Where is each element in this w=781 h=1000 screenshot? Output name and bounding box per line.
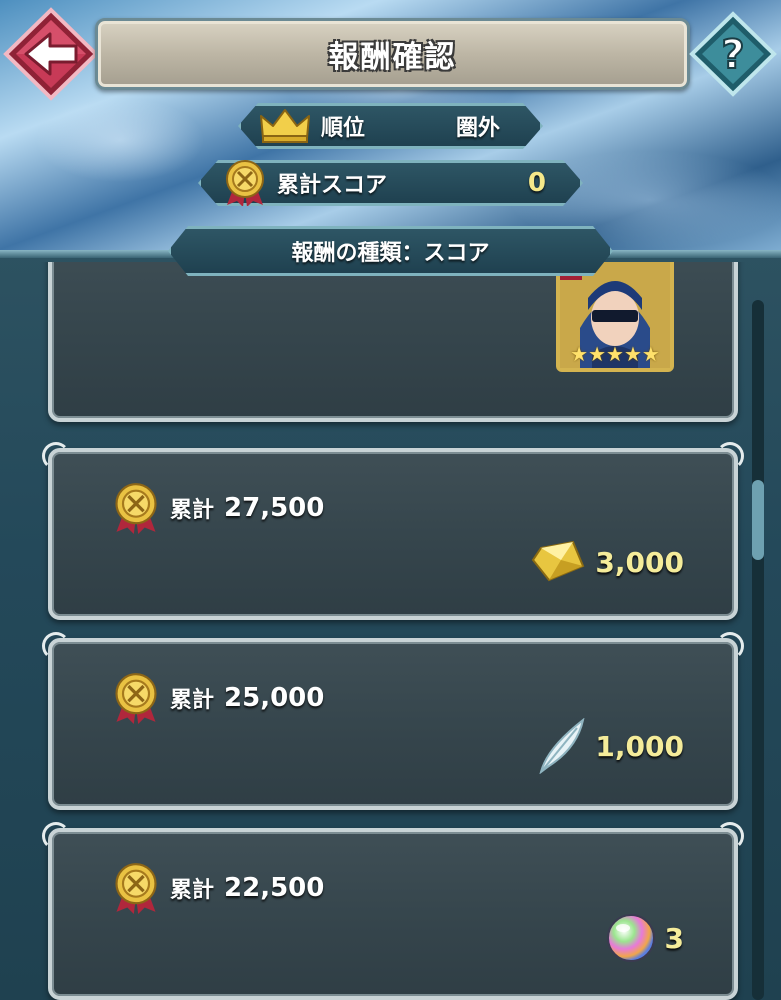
medal-icon xyxy=(115,483,157,534)
score-label: 累計スコア xyxy=(277,173,388,198)
crystal-icon xyxy=(532,540,585,582)
reward-card: 累計 27,500 3,000 xyxy=(42,442,744,620)
back-button[interactable] xyxy=(0,6,102,102)
reward-type-pill: 報酬の種類：スコア xyxy=(168,226,613,276)
rank-label: 順位 xyxy=(321,116,366,141)
reward-amount: 1,000 xyxy=(595,729,684,763)
requirement-label: 累計 xyxy=(170,878,215,903)
hero-portrait[interactable]: ! ★★★★★ xyxy=(556,262,674,372)
score-pill: 累計スコア 0 xyxy=(198,160,583,206)
requirement-value: 27,500 xyxy=(224,493,325,523)
requirement: 累計 22,500 xyxy=(112,862,324,914)
reward-amount: 3,000 xyxy=(595,545,684,579)
reward: 3,000 xyxy=(531,540,684,584)
hero-rarity-stars: ★★★★★ xyxy=(570,342,660,366)
scrollbar-thumb[interactable] xyxy=(752,480,764,560)
requirement-value: 22,500 xyxy=(224,873,325,903)
page-title: 報酬確認 xyxy=(328,40,457,75)
medal-icon xyxy=(115,673,157,724)
reward: 1,000 xyxy=(537,718,684,774)
feather-icon xyxy=(539,718,585,774)
reward-card: 累計 22,500 3 xyxy=(42,822,744,1000)
medal-icon xyxy=(115,863,157,914)
reward: 3 xyxy=(605,912,684,964)
score-value: 0 xyxy=(527,168,546,198)
crown-icon xyxy=(259,108,311,144)
scrollbar-track[interactable] xyxy=(752,300,764,1000)
orb-icon xyxy=(606,914,655,962)
reward-amount: 3 xyxy=(664,921,684,955)
help-button[interactable]: ? xyxy=(688,10,778,98)
requirement-label: 累計 xyxy=(170,498,215,523)
title-bar: 報酬確認 xyxy=(95,18,690,90)
requirement-value: 25,000 xyxy=(224,683,325,713)
arrow-left-icon xyxy=(3,7,99,101)
svg-text:?: ? xyxy=(721,32,744,78)
reward-type-label: 報酬の種類：スコア xyxy=(291,241,490,266)
requirement-label: 累計 xyxy=(170,688,215,713)
reward-card-hero: ! ★★★★★ xyxy=(48,262,738,422)
requirement: 累計 27,500 xyxy=(112,482,324,534)
requirement: 累計 25,000 xyxy=(112,672,324,724)
rank-pill: 順位 圏外 xyxy=(238,103,543,149)
rank-value: 圏外 xyxy=(455,116,500,141)
reward-card: 累計 25,000 1,000 xyxy=(42,632,744,810)
medal-icon xyxy=(223,159,267,207)
reward-list[interactable]: ! ★★★★★ 累計 27,500 3,000 xyxy=(0,262,781,1000)
help-icon: ? xyxy=(689,11,777,97)
